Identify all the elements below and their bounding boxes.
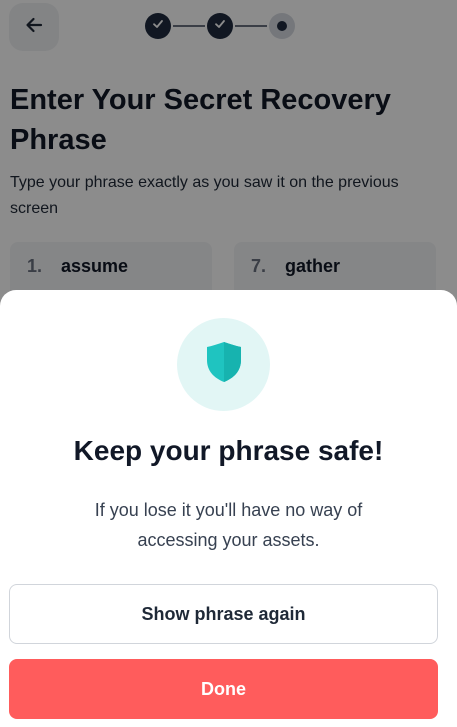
shield-icon-container: [177, 318, 270, 411]
done-button[interactable]: Done: [9, 659, 438, 719]
sheet-message: If you lose it you'll have no way of acc…: [94, 500, 363, 550]
shield-icon: [205, 340, 243, 389]
bottom-sheet: Keep your phrase safe! If you lose it yo…: [0, 290, 457, 727]
sheet-title: Keep your phrase safe!: [73, 435, 384, 466]
show-phrase-again-button[interactable]: Show phrase again: [9, 584, 438, 644]
recovery-phrase-screen: Enter Your Secret Recovery Phrase Type y…: [0, 0, 457, 727]
